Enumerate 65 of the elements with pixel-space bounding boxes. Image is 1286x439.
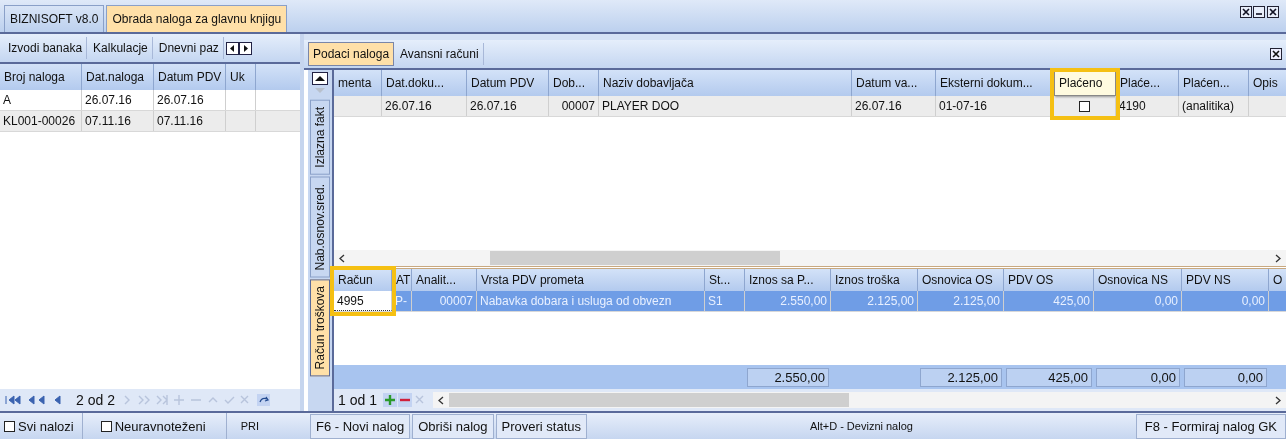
paid-checkbox[interactable] (1079, 100, 1090, 112)
table-cell: Nabavka dobara i usluga od obvezn (480, 294, 672, 308)
table-cell: 00007 (439, 294, 473, 308)
total-value: 425,00 (1006, 367, 1092, 387)
table-cell: 07.11.16 (85, 114, 131, 128)
status-text: PRI (240, 420, 260, 432)
table-cell: 26.07.16 (855, 99, 902, 113)
scroll-right-icon[interactable] (1275, 395, 1281, 405)
scroll-arrows-icon[interactable] (225, 41, 252, 55)
column-header[interactable]: Uk (226, 64, 256, 90)
table-cell: 4190 (1119, 99, 1146, 113)
side-tab[interactable]: Izlazna fakt (310, 100, 330, 175)
table-cell: 26.07.16 (470, 99, 517, 113)
table-cell: 26.07.16 (157, 93, 204, 107)
table-cell: 26.07.16 (85, 93, 132, 107)
scroll-right-icon[interactable] (1275, 253, 1281, 263)
generate-button[interactable]: F8 - Formiraj nalog GK (1135, 413, 1286, 439)
table-cell: 2.125,00 (953, 294, 1000, 308)
total-value: 0,00 (1096, 367, 1180, 387)
column-header[interactable]: Broj naloga (0, 64, 82, 90)
action-button[interactable]: Obriši nalog (412, 413, 494, 439)
action-button[interactable]: F6 - Novi nalog (310, 413, 411, 439)
total-value: 2.125,00 (920, 367, 1002, 387)
detail-tab[interactable]: Avansni računi (396, 43, 484, 65)
table-cell: 26.07.16 (385, 99, 432, 113)
table-cell: PLAYER DOO (602, 99, 680, 113)
table-cell: 4995 (337, 293, 364, 308)
table-cell: 00007 (561, 99, 595, 113)
table-cell: 0,00 (1154, 294, 1178, 308)
filter-checkbox[interactable]: Svi nalozi (0, 413, 83, 439)
table-cell: KL001-00026 (3, 114, 76, 128)
horizontal-scrollbar[interactable] (432, 392, 1286, 408)
horizontal-scrollbar[interactable] (334, 250, 1286, 266)
module-tab[interactable]: Dnevni paz (154, 37, 224, 59)
table-cell: 0,00 (1241, 294, 1265, 308)
app-tab[interactable]: Obrada naloga za glavnu knjigu (106, 5, 288, 32)
total-value: 0,00 (1184, 367, 1267, 387)
close-icon[interactable] (1270, 48, 1282, 60)
shortcut-hint: Alt+D - Devizni nalog (808, 420, 914, 432)
action-button[interactable]: Proveri status (495, 413, 587, 439)
module-tab[interactable]: Izvodi banaka (4, 37, 88, 59)
filter-checkbox[interactable]: Neuravnoteženi (82, 413, 227, 439)
module-tab[interactable]: Kalkulacje (89, 37, 153, 59)
scroll-left-icon[interactable] (339, 253, 345, 263)
window-controls-icon[interactable] (1240, 6, 1280, 18)
total-value: 2.550,00 (747, 367, 829, 387)
table-cell: 425,00 (1053, 294, 1090, 308)
app-tab[interactable]: BIZNISOFT v8.0 (4, 5, 105, 32)
column-header[interactable]: Dat.naloga (82, 64, 154, 90)
record-counter: 1 od 1 (338, 392, 377, 408)
column-header[interactable]: Plaćeno (1054, 70, 1116, 96)
scroll-left-icon[interactable] (437, 395, 444, 405)
table-cell: A (3, 93, 11, 107)
record-counter: 2 od 2 (76, 392, 115, 408)
detail-tab[interactable]: Podaci naloga (308, 42, 395, 66)
table-cell: S1 (708, 294, 723, 308)
table-cell: 2.550,00 (780, 294, 827, 308)
table-cell: 01-07-16 (939, 99, 988, 113)
table-cell: 2.125,00 (867, 294, 914, 308)
side-tab[interactable]: Nab.osnov.sred. (310, 176, 330, 278)
side-tab[interactable]: Račun troškova (310, 279, 330, 377)
table-cell: (analitika) (1182, 99, 1235, 113)
table-cell: P- (395, 294, 407, 308)
column-header[interactable]: Datum PDV (154, 64, 226, 90)
table-cell: 07.11.16 (157, 114, 203, 128)
